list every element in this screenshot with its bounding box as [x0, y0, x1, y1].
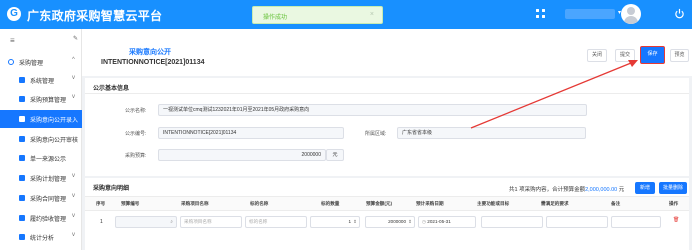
sidebar-item-contract-management[interactable]: 采购合同管理 v	[0, 189, 82, 207]
menu-item-icon	[19, 215, 25, 221]
batch-delete-button[interactable]: 批量删除	[659, 182, 687, 194]
sidebar-item-label: 采购意向公开审核	[30, 138, 79, 144]
column-header: 标的数量	[321, 201, 340, 206]
add-row-button[interactable]: 新增	[635, 182, 655, 194]
search-icon[interactable]: ⌕	[170, 217, 173, 227]
basic-info-section: 公示基本信息 公示名称: 一视测试单位cmq测试1232021年01月至2021…	[85, 78, 689, 176]
column-header: 预计采购日期	[416, 201, 444, 206]
column-header: 预算金额(元)	[366, 201, 393, 206]
success-toast: 操作成功 ×	[252, 6, 383, 24]
column-header: 序号	[96, 201, 106, 206]
sidebar-item-acceptance-management[interactable]: 履约验收管理 v	[0, 209, 82, 227]
section-title: 采购意向明细	[93, 186, 130, 192]
app-logo-icon: G	[7, 7, 21, 21]
menu-item-icon	[19, 96, 25, 102]
sidebar-item-label: 采购合同管理	[30, 197, 67, 203]
notice-name-field[interactable]: 一视测试单位cmq测试1232021年01月至2021年05月政府采购意向	[158, 104, 587, 116]
subject-name-input[interactable]: 标的名称	[245, 216, 307, 228]
chevron-down-icon: v	[72, 75, 75, 81]
top-bar: G 广东政府采购智慧云平台 操作成功 × ▾	[0, 0, 692, 29]
budget-field[interactable]: 2000000	[158, 149, 326, 161]
sidebar-item-procurement-management[interactable]: 采购管理 ^	[0, 53, 82, 71]
page-title: 采购意向公开	[129, 49, 171, 56]
project-name-input[interactable]: 采购项目名称	[180, 216, 242, 228]
menu-item-icon	[19, 155, 25, 161]
column-header: 操作	[669, 201, 679, 206]
region-field[interactable]: 广东省省本级	[397, 127, 586, 139]
column-header: 备注	[611, 201, 621, 206]
column-header: 需满足的要求	[541, 201, 569, 206]
sidebar-collapse-icon[interactable]: ≡	[10, 36, 15, 45]
sidebar-item-label: 单一来源公示	[30, 157, 67, 163]
detail-summary: 共1 项采购内容，合计预算金额2,000,000.00 元	[509, 187, 625, 193]
sidebar-item-label: 统计分析	[30, 236, 55, 242]
amount-stepper[interactable]: 2000000 ⇕	[365, 216, 415, 228]
menu-item-icon	[19, 77, 25, 83]
sidebar-item-label: 履约验收管理	[30, 217, 67, 223]
submit-button[interactable]: 提交	[615, 49, 635, 62]
menu-item-icon	[19, 234, 25, 240]
sidebar-item-label: 采购管理	[19, 61, 44, 67]
budget-label: 采购预算:	[125, 153, 147, 159]
menu-item-icon	[19, 175, 25, 181]
sidebar-item-intention-entry[interactable]: 采购意向公开录入	[0, 110, 82, 128]
budget-no-field[interactable]: ⌕	[115, 216, 177, 228]
close-button[interactable]: 关闭	[587, 49, 607, 62]
sidebar-pin-icon[interactable]: ✎	[73, 35, 78, 42]
chevron-down-icon: v	[72, 232, 75, 238]
notice-code-label: 公示编号:	[125, 131, 147, 137]
gear-icon	[8, 59, 14, 65]
sidebar-item-single-source[interactable]: 单一来源公示	[0, 149, 82, 167]
remark-input[interactable]	[611, 216, 661, 228]
sidebar: ≡ ✎ 采购管理 ^ 系统管理 v 采购预算管理 v 采购意向公开录入 采购意向…	[0, 29, 82, 250]
app-title: 广东政府采购智慧云平台	[27, 9, 163, 23]
budget-unit: 元	[326, 149, 344, 161]
avatar[interactable]	[621, 4, 641, 24]
delete-row-icon[interactable]: 🗑	[673, 217, 679, 223]
toast-message: 操作成功	[263, 15, 288, 21]
toast-close-icon[interactable]: ×	[370, 11, 374, 18]
chevron-down-icon: v	[72, 193, 75, 199]
sidebar-item-intention-review[interactable]: 采购意向公开审核	[0, 130, 82, 148]
chevron-down-icon: v	[72, 173, 75, 179]
page-subtitle-notice-number: INTENTIONNOTICE[2021]01134	[101, 59, 205, 66]
menu-item-icon	[19, 116, 25, 122]
requirements-input[interactable]	[546, 216, 608, 228]
row-index: 1	[100, 219, 103, 225]
expected-date-picker[interactable]: ◷ 2021-05-31	[418, 216, 476, 228]
section-divider	[85, 93, 689, 94]
chevron-down-icon: v	[72, 213, 75, 219]
column-header: 标的名称	[250, 201, 269, 206]
intention-detail-section: 采购意向明细 共1 项采购内容，合计预算金额2,000,000.00 元 新增 …	[85, 178, 689, 250]
calendar-icon: ◷	[422, 219, 427, 224]
menu-item-icon	[19, 136, 25, 142]
chevron-up-icon: ^	[72, 57, 75, 63]
sidebar-item-system-management[interactable]: 系统管理 v	[0, 71, 82, 89]
quantity-stepper[interactable]: 1 ⇕	[310, 216, 360, 228]
logout-power-icon[interactable]	[674, 8, 685, 19]
column-header: 采购项目名称	[181, 201, 209, 206]
user-name-redacted[interactable]	[565, 9, 615, 19]
notice-code-field[interactable]: INTENTIONNOTICE[2021]01134	[158, 127, 344, 139]
region-label: 所属区域:	[365, 131, 387, 137]
sidebar-item-statistics[interactable]: 统计分析 v	[0, 228, 82, 246]
section-title: 公示基本信息	[93, 86, 130, 92]
chevron-down-icon: v	[72, 94, 75, 100]
sidebar-item-label: 采购预算管理	[30, 98, 67, 104]
sidebar-item-budget-management[interactable]: 采购预算管理 v	[0, 90, 82, 108]
notice-name-label: 公示名称:	[125, 108, 147, 114]
function-goal-input[interactable]	[481, 216, 543, 228]
save-button[interactable]: 保存	[640, 46, 665, 64]
menu-item-icon	[19, 195, 25, 201]
sidebar-item-label: 采购计划管理	[30, 177, 67, 183]
sidebar-item-plan-management[interactable]: 采购计划管理 v	[0, 169, 82, 187]
sidebar-item-label: 系统管理	[30, 79, 55, 85]
sidebar-item-label: 采购意向公开录入	[30, 118, 79, 124]
page-header: 采购意向公开 INTENTIONNOTICE[2021]01134 关闭 提交 …	[82, 29, 692, 76]
column-header: 主要功能或目标	[477, 201, 510, 206]
column-header: 预算编号	[121, 201, 140, 206]
preview-button[interactable]: 预览	[670, 49, 689, 62]
apps-grid-icon[interactable]	[536, 9, 546, 19]
